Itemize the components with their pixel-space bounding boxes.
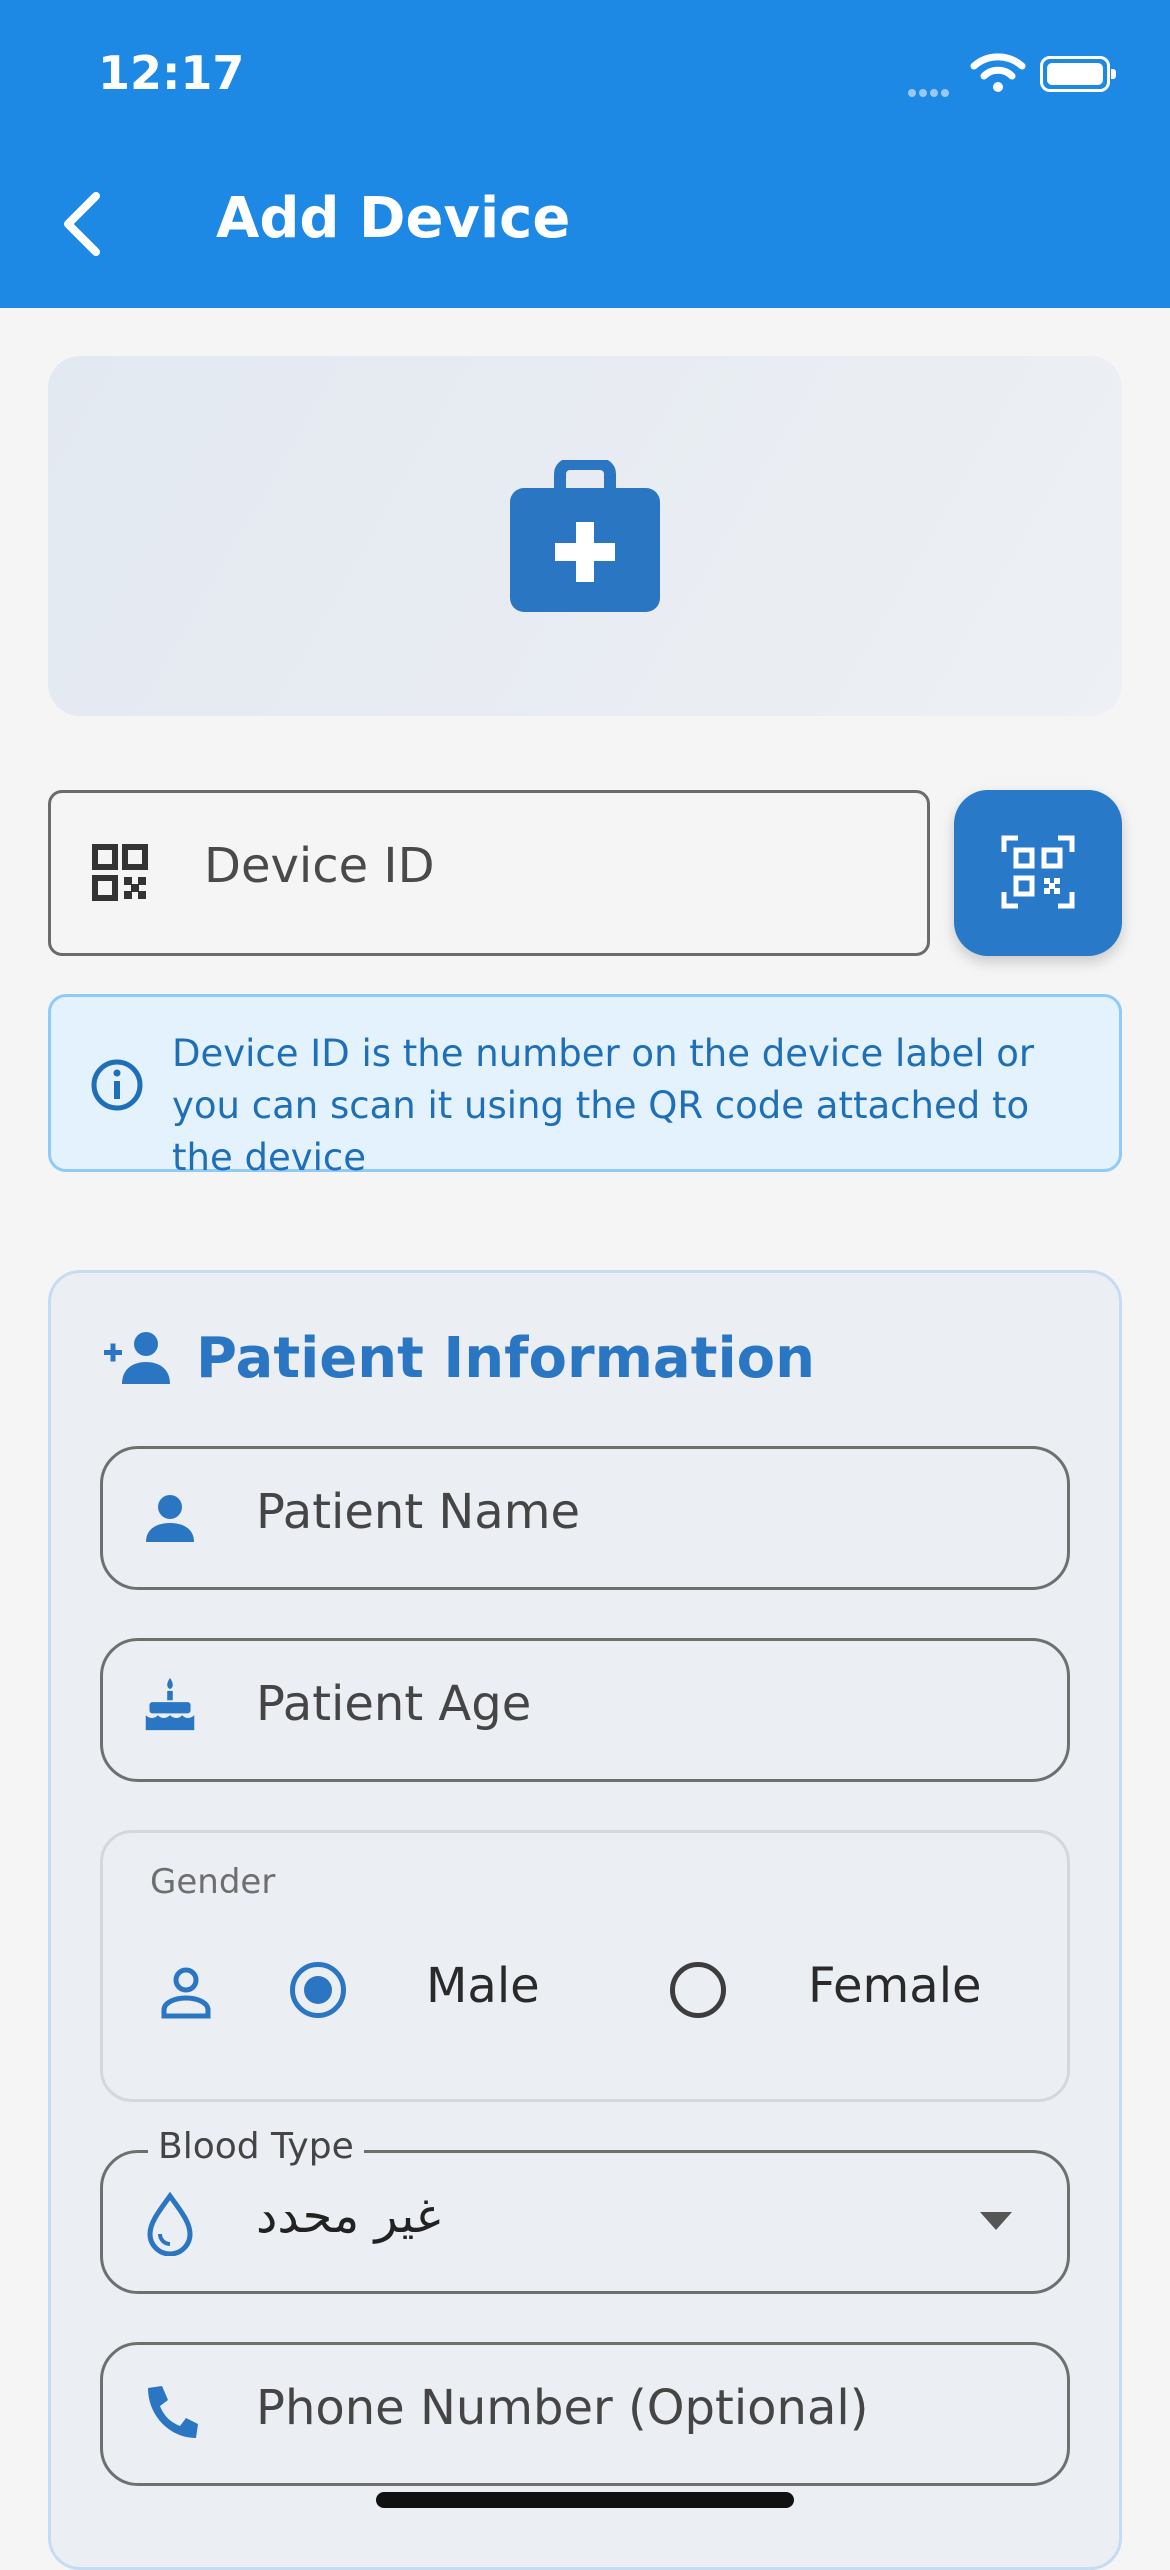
gender-label: Gender bbox=[150, 1862, 276, 1902]
person-outline-icon bbox=[161, 1967, 211, 2019]
patient-age-input[interactable] bbox=[100, 1638, 1070, 1782]
page-title: Add Device bbox=[216, 186, 571, 251]
blood-type-select[interactable] bbox=[100, 2150, 1070, 2294]
battery-icon bbox=[1040, 56, 1116, 92]
device-id-hint-text: Device ID is the number on the device la… bbox=[172, 1032, 1035, 1179]
gender-female-radio[interactable] bbox=[670, 1962, 726, 2018]
wifi-icon bbox=[970, 53, 1026, 92]
person-add-icon bbox=[104, 1332, 170, 1384]
chevron-left-icon[interactable] bbox=[52, 188, 116, 260]
medical-kit-icon bbox=[510, 460, 660, 612]
dropdown-arrow-icon[interactable] bbox=[980, 2212, 1012, 2230]
water-drop-icon bbox=[147, 2192, 193, 2256]
qr-code-icon bbox=[92, 844, 148, 901]
qr-scan-icon bbox=[1001, 835, 1075, 909]
patient-name-input[interactable] bbox=[100, 1446, 1070, 1590]
blood-type-label: Blood Type bbox=[148, 2126, 364, 2167]
phone-number-placeholder: Phone Number (Optional) bbox=[256, 2380, 869, 2436]
patient-name-placeholder: Patient Name bbox=[256, 1484, 580, 1540]
person-icon bbox=[146, 1495, 194, 1542]
device-id-input[interactable] bbox=[48, 790, 930, 956]
gender-male-label[interactable]: Male bbox=[426, 1958, 540, 2014]
device-id-placeholder: Device ID bbox=[204, 838, 435, 894]
signal-icon bbox=[908, 82, 962, 97]
info-icon bbox=[91, 1059, 143, 1111]
gender-male-radio[interactable] bbox=[290, 1962, 346, 2018]
status-time: 12:17 bbox=[98, 46, 245, 100]
phone-icon bbox=[148, 2386, 198, 2438]
gender-female-label[interactable]: Female bbox=[808, 1958, 982, 2014]
cake-icon bbox=[145, 1677, 195, 1731]
patient-info-title: Patient Information bbox=[196, 1326, 816, 1391]
patient-age-placeholder: Patient Age bbox=[256, 1676, 532, 1732]
home-indicator bbox=[376, 2492, 794, 2508]
blood-type-value: غير محدد bbox=[256, 2188, 441, 2244]
